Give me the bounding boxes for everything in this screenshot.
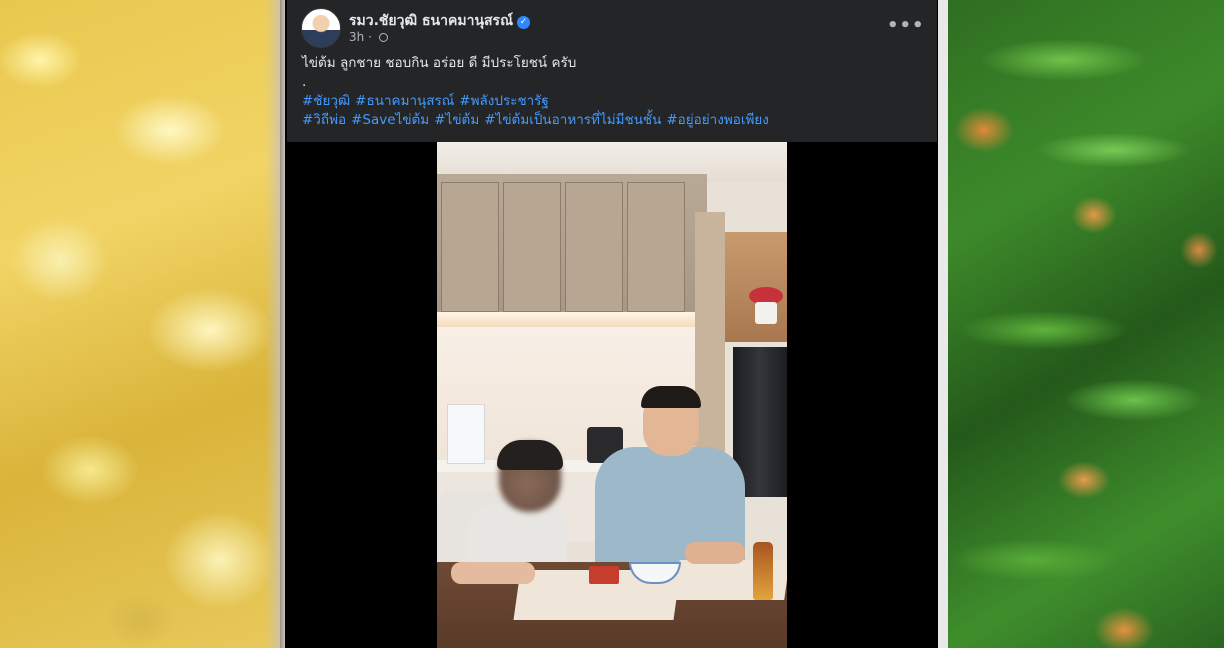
scene-cabinet-door xyxy=(503,182,561,312)
scene-cabinet-door xyxy=(627,182,685,312)
hashtag-link[interactable]: #อยู่อย่างพอเพียง xyxy=(666,112,769,128)
globe-icon[interactable] xyxy=(378,33,388,42)
scene-water-purifier xyxy=(447,404,485,464)
hashtag-link[interactable]: #Saveไข่ต้ม xyxy=(351,112,429,128)
scene-cabinet-door xyxy=(565,182,623,312)
scene-sauce-bottle xyxy=(753,542,773,600)
scene-right-cabinet xyxy=(725,232,787,342)
post-time[interactable]: 3h xyxy=(349,30,364,44)
background-photo-right xyxy=(944,0,1224,648)
scene-food-box xyxy=(589,566,619,584)
verified-icon: ✓ xyxy=(517,16,531,29)
hashtag-link[interactable]: #ไข่ต้มเป็นอาหารที่ไม่มีชนชั้น xyxy=(484,112,661,128)
scene-father-arm xyxy=(685,542,745,564)
author-avatar[interactable] xyxy=(301,8,341,48)
author-name[interactable]: รมว.ชัยวุฒิ ธนาคมานุสรณ์ xyxy=(349,13,513,29)
scene-shelf-light xyxy=(437,312,707,328)
background-photo-left xyxy=(0,0,280,648)
hashtag-link[interactable]: #ไข่ต้ม xyxy=(434,112,479,128)
facebook-post-card: รมว.ชัยวุฒิ ธนาคมานุสรณ์ ✓ 3h · ••• ไข่ต้… xyxy=(287,0,937,648)
post-header: รมว.ชัยวุฒิ ธนาคมานุสรณ์ ✓ 3h · ••• xyxy=(301,8,924,48)
meta-separator: · xyxy=(368,30,372,44)
scene-child-arm xyxy=(451,562,535,584)
post-text-line: ไข่ต้ม ลูกชาย ชอบกิน อร่อย ดี มีประโยชน์… xyxy=(302,55,577,71)
scene-father-hair xyxy=(641,386,701,408)
video-player[interactable] xyxy=(287,142,937,648)
hashtag-link[interactable]: #วิถีพ่อ xyxy=(302,112,346,128)
background-divider-right xyxy=(938,0,948,648)
post-meta: 3h · xyxy=(349,30,388,44)
post-text: ไข่ต้ม ลูกชาย ชอบกิน อร่อย ดี มีประโยชน์… xyxy=(302,54,922,130)
scene-child-hair xyxy=(497,440,563,470)
hashtag-link[interactable]: #พลังประชารัฐ xyxy=(459,93,549,109)
scene-cabinet-door xyxy=(441,182,499,312)
video-frame[interactable] xyxy=(437,142,787,648)
hashtag-row-2: #วิถีพ่อ #Saveไข่ต้ม #ไข่ต้ม #ไข่ต้มเป็นอาห… xyxy=(302,111,922,130)
post-text-separator: . xyxy=(302,74,307,90)
hashtag-row-1: #ชัยวุฒิ #ธนาคมานุสรณ์ #พลังประชารัฐ xyxy=(302,92,922,111)
hashtag-link[interactable]: #ชัยวุฒิ xyxy=(302,93,350,109)
author-name-row: รมว.ชัยวุฒิ ธนาคมานุสรณ์ ✓ xyxy=(349,10,531,32)
scene-flower-pot xyxy=(755,302,777,324)
background-divider-left xyxy=(265,0,285,648)
hashtag-link[interactable]: #ธนาคมานุสรณ์ xyxy=(355,93,454,109)
more-options-button[interactable]: ••• xyxy=(887,14,924,42)
